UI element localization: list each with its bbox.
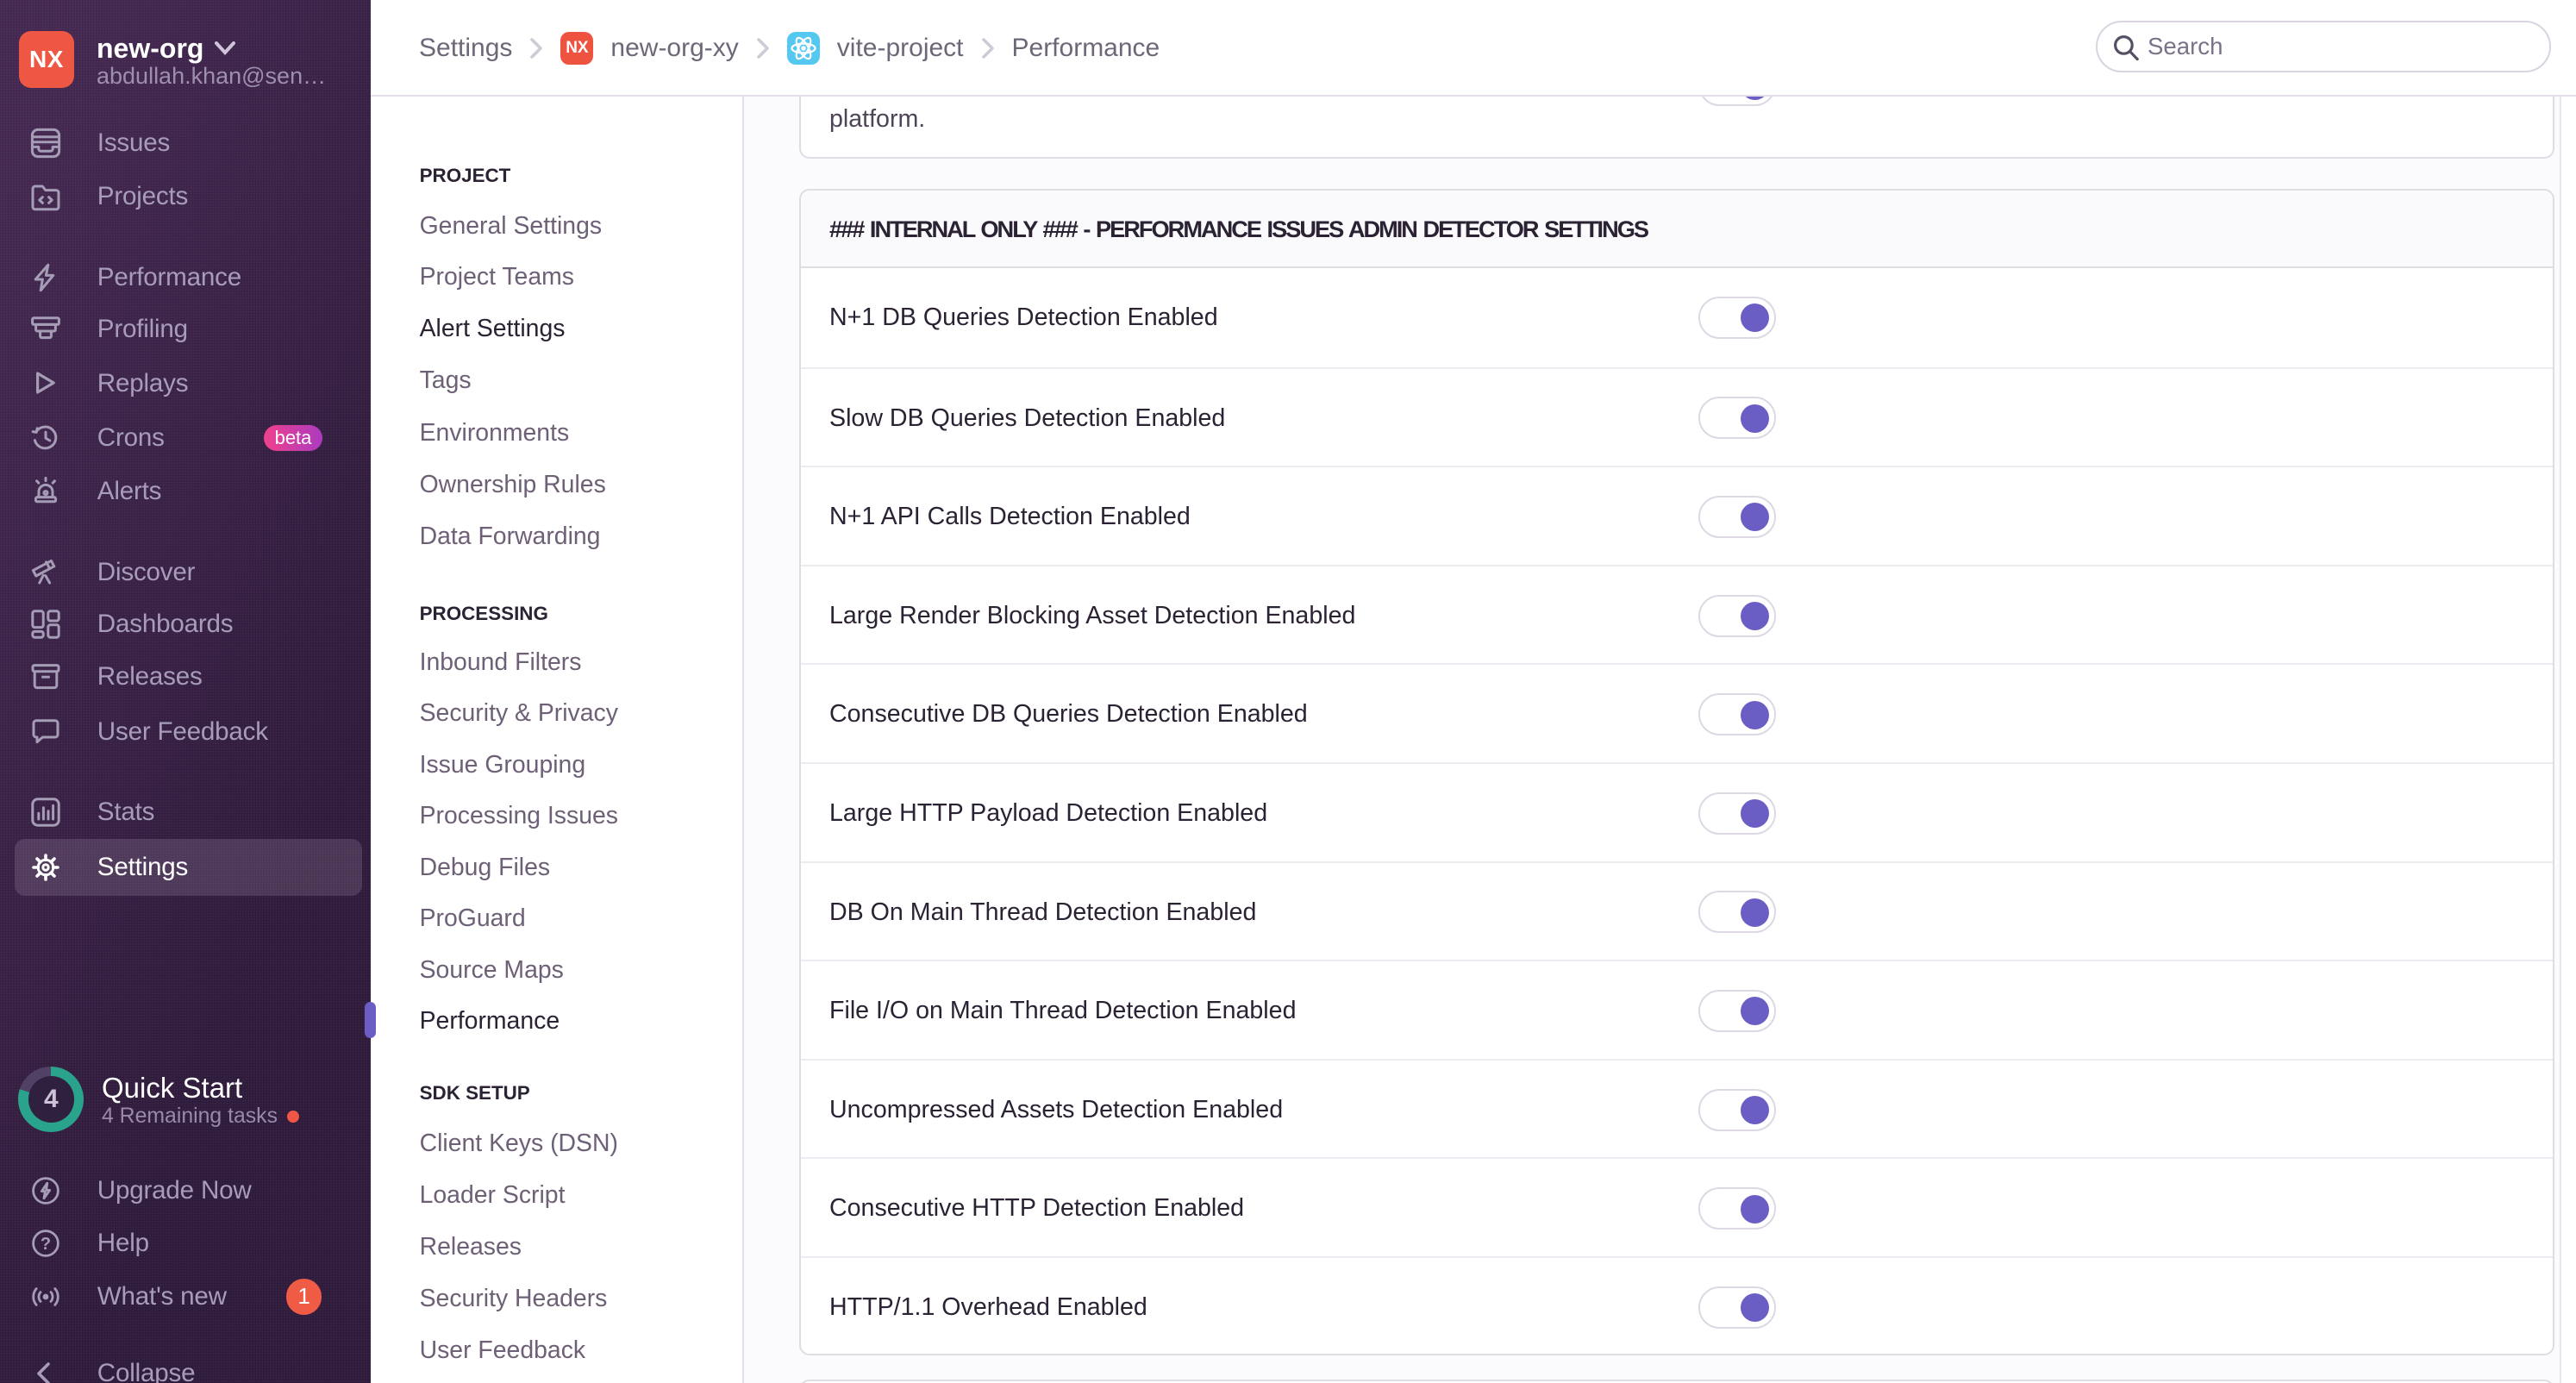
svg-text:?: ? [41, 1235, 51, 1254]
